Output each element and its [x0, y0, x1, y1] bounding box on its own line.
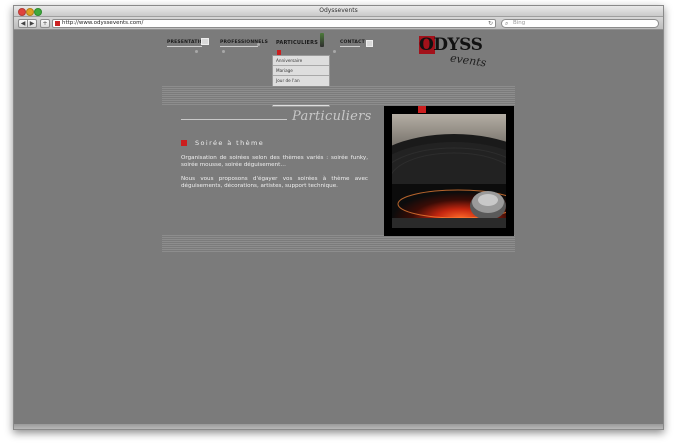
browser-toolbar: ◀ ▶ + http://www.odyssevents.com/ ↻ ⌕ Bi…	[14, 17, 663, 30]
nav-underline	[220, 46, 258, 47]
nav-contact[interactable]: CONTACT	[340, 40, 365, 45]
nav-dot-icon	[195, 50, 198, 53]
plus-icon: +	[42, 20, 48, 27]
site-favicon-icon	[55, 21, 60, 26]
nav-professionnels[interactable]: PROFESSIONNELS	[220, 40, 268, 45]
web-page: PRESENTATION PROFESSIONNELS PARTICULIERS…	[14, 30, 663, 429]
contact-icon	[366, 40, 373, 47]
section-title: Particuliers	[292, 109, 372, 124]
section-divider	[181, 119, 287, 120]
decorative-stripes-bottom	[162, 235, 515, 252]
add-bookmark-button[interactable]: +	[40, 19, 50, 28]
reload-icon[interactable]: ↻	[488, 20, 493, 27]
search-icon: ⌕	[505, 20, 509, 27]
presentation-icon	[201, 38, 209, 45]
nav-dot-icon	[257, 43, 260, 46]
status-strip	[14, 424, 663, 429]
red-square-bullet-icon	[181, 140, 187, 146]
turntable-photo	[392, 114, 506, 228]
title-bar: Odyssevents	[14, 6, 663, 17]
forward-button[interactable]: ▶	[27, 19, 37, 28]
address-bar[interactable]: http://www.odyssevents.com/ ↻	[52, 19, 496, 28]
nav-dot-icon	[222, 50, 225, 53]
figurine-icon	[320, 33, 324, 47]
dropdown-item-anniversaire[interactable]: Anniversaire	[273, 56, 329, 67]
odyss-events-logo[interactable]: ODYSS events	[419, 35, 487, 79]
nav-underline	[167, 46, 202, 47]
decorative-stripes-top	[162, 86, 515, 105]
nav-particuliers[interactable]: PARTICULIERS	[276, 40, 318, 46]
back-arrow-icon: ◀	[20, 20, 26, 27]
turntable-illustration	[392, 114, 506, 228]
photo-red-tab	[418, 106, 426, 113]
search-field[interactable]: ⌕ Bing	[501, 19, 659, 28]
browser-window: Odyssevents ◀ ▶ + http://www.odyssevents…	[13, 5, 664, 430]
subheading: Soirée à thème	[195, 139, 265, 147]
search-placeholder: Bing	[513, 20, 526, 26]
nav-dot-icon	[333, 50, 336, 53]
dropdown-item-mariage[interactable]: Mariage	[273, 66, 329, 77]
forward-arrow-icon: ▶	[29, 20, 35, 27]
description-paragraph-2: Nous vous proposons d'égayer vos soirées…	[181, 176, 368, 189]
url-text: http://www.odyssevents.com/	[62, 20, 144, 26]
window-title: Odyssevents	[319, 7, 358, 14]
nav-underline	[340, 46, 360, 47]
description-paragraph-1: Organisation de soirées selon des thèmes…	[181, 155, 368, 168]
